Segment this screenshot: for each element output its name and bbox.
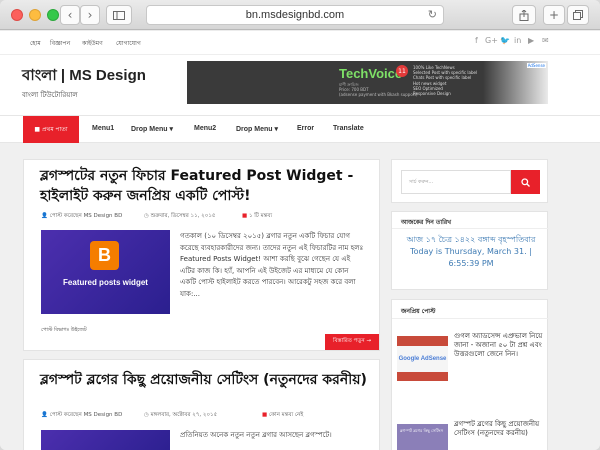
nav-error[interactable]: Error <box>297 125 314 132</box>
main-navigation: ■ প্রথম পাতা Menu1 Drop Menu ▾ Menu2 Dro… <box>0 115 600 143</box>
post-date: ◷ শুক্রবার, ডিসেম্বর ১১, ২০১৫ <box>144 213 216 219</box>
share-button[interactable] <box>512 5 536 25</box>
address-bar[interactable]: bn.msdesignbd.com ↻ <box>146 5 444 25</box>
nav-drop-menu-2[interactable]: Drop Menu ▾ <box>236 125 278 133</box>
google-adsense-logo: Google AdSense <box>397 346 448 372</box>
post-author[interactable]: 👤 পোস্ট করেছেন MS Design BD <box>41 213 122 221</box>
search-input[interactable]: সার্চ করুন... <box>401 170 511 194</box>
date-widget: আজকের দিন তারিখ আজ ১৭ চৈত্র ১৪২২ বঙ্গাব্… <box>391 211 549 290</box>
sidebar-icon <box>113 10 125 20</box>
date-widget-title: আজকের দিন তারিখ <box>401 219 452 226</box>
post-thumbnail[interactable]: B Featured posts widget <box>41 230 170 314</box>
date-text: আজ ১৭ চৈত্র ১৪২২ বঙ্গাব্দ বৃহস্পতিবার To… <box>406 235 536 268</box>
youtube-icon[interactable]: ▶ <box>528 36 534 45</box>
post-title[interactable]: ব্লগস্পটের নতুন ফিচার Featured Post Widg… <box>40 166 370 206</box>
popular-post-title[interactable]: ব্লগস্পট ব্লগের কিছু প্রয়োজনীয় সেটিংস … <box>454 420 544 438</box>
banner-ad[interactable]: TechVoice 11 100% Like TechNews Selected … <box>187 61 548 104</box>
popular-post-thumbnail[interactable]: Google AdSense <box>397 336 448 381</box>
post-date: ◷ মঙ্গলবার, অক্টোবর ২৭, ২০১৫ <box>144 412 218 418</box>
top-link-contact[interactable]: যোগাযোগ <box>116 38 141 49</box>
divider <box>392 318 549 319</box>
post-thumbnail[interactable] <box>41 430 170 450</box>
post-label[interactable]: পোস্ট বিভাগঃ উইজেট <box>41 327 87 335</box>
web-page: হোম বিজ্ঞাপন কাইউমণ যোগাযোগ f G+ 🐦 in ▶ … <box>0 31 600 450</box>
url-text: bn.msdesignbd.com <box>245 9 345 21</box>
post-excerpt: গতকাল (১০ ডিসেম্বর ২০১৫) ব্লগার নতুন একট… <box>180 232 364 298</box>
top-link-guide[interactable]: কাইউমণ <box>82 38 103 49</box>
post-excerpt: প্রতিনিয়ত অনেক নতুন নতুন ব্লগার আসছেন ব… <box>180 431 332 439</box>
tabs-overview-button[interactable] <box>567 5 589 25</box>
twitter-icon[interactable]: 🐦 <box>500 36 510 45</box>
ad-brand: TechVoice <box>339 66 403 81</box>
ad-badge: 11 <box>396 65 408 77</box>
search-icon <box>521 177 530 187</box>
browser-toolbar: ‹ › bn.msdesignbd.com ↻ + <box>0 0 600 30</box>
site-header: বাংলা | MS Design বাংলা টিউটোরিয়াল Tech… <box>0 55 600 115</box>
post-comments[interactable]: ■ ১ টি মন্তব্য <box>242 213 272 221</box>
popular-posts-title: জনপ্রিয় পোস্ট <box>401 308 436 315</box>
back-button[interactable]: ‹ <box>60 5 80 25</box>
add-tab-button[interactable]: + <box>543 5 565 25</box>
site-tagline: বাংলা টিউটোরিয়াল <box>22 91 78 99</box>
reload-icon[interactable]: ↻ <box>428 8 437 21</box>
sidebar-toggle-button[interactable] <box>106 5 132 25</box>
nav-translate[interactable]: Translate <box>333 125 364 132</box>
top-link-ads[interactable]: বিজ্ঞাপন <box>50 38 70 49</box>
search-widget: সার্চ করুন... <box>391 159 548 203</box>
post-comments[interactable]: ■ কোন মন্তব্য নেই <box>262 412 303 420</box>
ad-feature-list: 100% Like TechNews Selected Post with spe… <box>413 65 478 97</box>
nav-drop-menu-1[interactable]: Drop Menu ▾ <box>131 125 173 133</box>
read-more-button[interactable]: বিস্তারিত পড়ুন → <box>325 334 379 350</box>
nav-menu2[interactable]: Menu2 <box>194 125 216 132</box>
close-window-button[interactable] <box>11 9 23 21</box>
post-card: ব্লগস্পটের নতুন ফিচার Featured Post Widg… <box>23 159 380 351</box>
thumbnail-caption: Featured posts widget <box>63 278 148 287</box>
popular-post-title[interactable]: গুগল অ্যাডসেন্স এপ্রুভাল নিয়ে জানা - অজ… <box>454 332 544 359</box>
top-link-home[interactable]: হোম <box>30 38 41 49</box>
post-author[interactable]: 👤 পোস্ট করেছেন MS Design BD <box>41 412 122 420</box>
facebook-icon[interactable]: f <box>475 36 478 45</box>
nav-menu1[interactable]: Menu1 <box>92 125 114 132</box>
minimize-window-button[interactable] <box>29 9 41 21</box>
divider <box>392 228 549 229</box>
forward-button[interactable]: › <box>80 5 100 25</box>
blogger-icon: B <box>90 241 119 270</box>
top-links-bar: হোম বিজ্ঞাপন কাইউমণ যোগাযোগ f G+ 🐦 in ▶ … <box>0 31 600 55</box>
chevron-right-icon: › <box>87 8 93 22</box>
search-button[interactable] <box>511 170 540 194</box>
site-title[interactable]: বাংলা | MS Design <box>22 64 146 89</box>
browser-window: ‹ › bn.msdesignbd.com ↻ + হোম বিজ্ঞাপন ক… <box>0 0 600 450</box>
tabs-icon <box>573 10 583 20</box>
popular-post-thumbnail[interactable]: ব্লগস্পট ব্লগের কিছু সেটিংস <box>397 424 448 450</box>
adsense-flag[interactable]: AdSense <box>526 63 546 68</box>
share-icon <box>519 9 529 21</box>
plus-icon: + <box>548 8 560 22</box>
email-icon[interactable]: ✉ <box>542 36 549 45</box>
post-card: ব্লগস্পট ব্লগের কিছু প্রয়োজনীয় সেটিংস … <box>23 359 380 450</box>
chevron-left-icon: ‹ <box>67 8 73 22</box>
post-title[interactable]: ব্লগস্পট ব্লগের কিছু প্রয়োজনীয় সেটিংস … <box>40 370 370 390</box>
ad-price-text: মার্শী ক্রাচিজ Price: 700 BDT (adsense pay… <box>339 82 418 97</box>
nav-home[interactable]: ■ প্রথম পাতা <box>23 116 79 143</box>
popular-posts-widget: জনপ্রিয় পোস্ট Google AdSense গুগল অ্যাড… <box>391 299 549 450</box>
zoom-window-button[interactable] <box>47 9 59 21</box>
linkedin-icon[interactable]: in <box>514 36 521 45</box>
google-plus-icon[interactable]: G+ <box>485 36 498 45</box>
